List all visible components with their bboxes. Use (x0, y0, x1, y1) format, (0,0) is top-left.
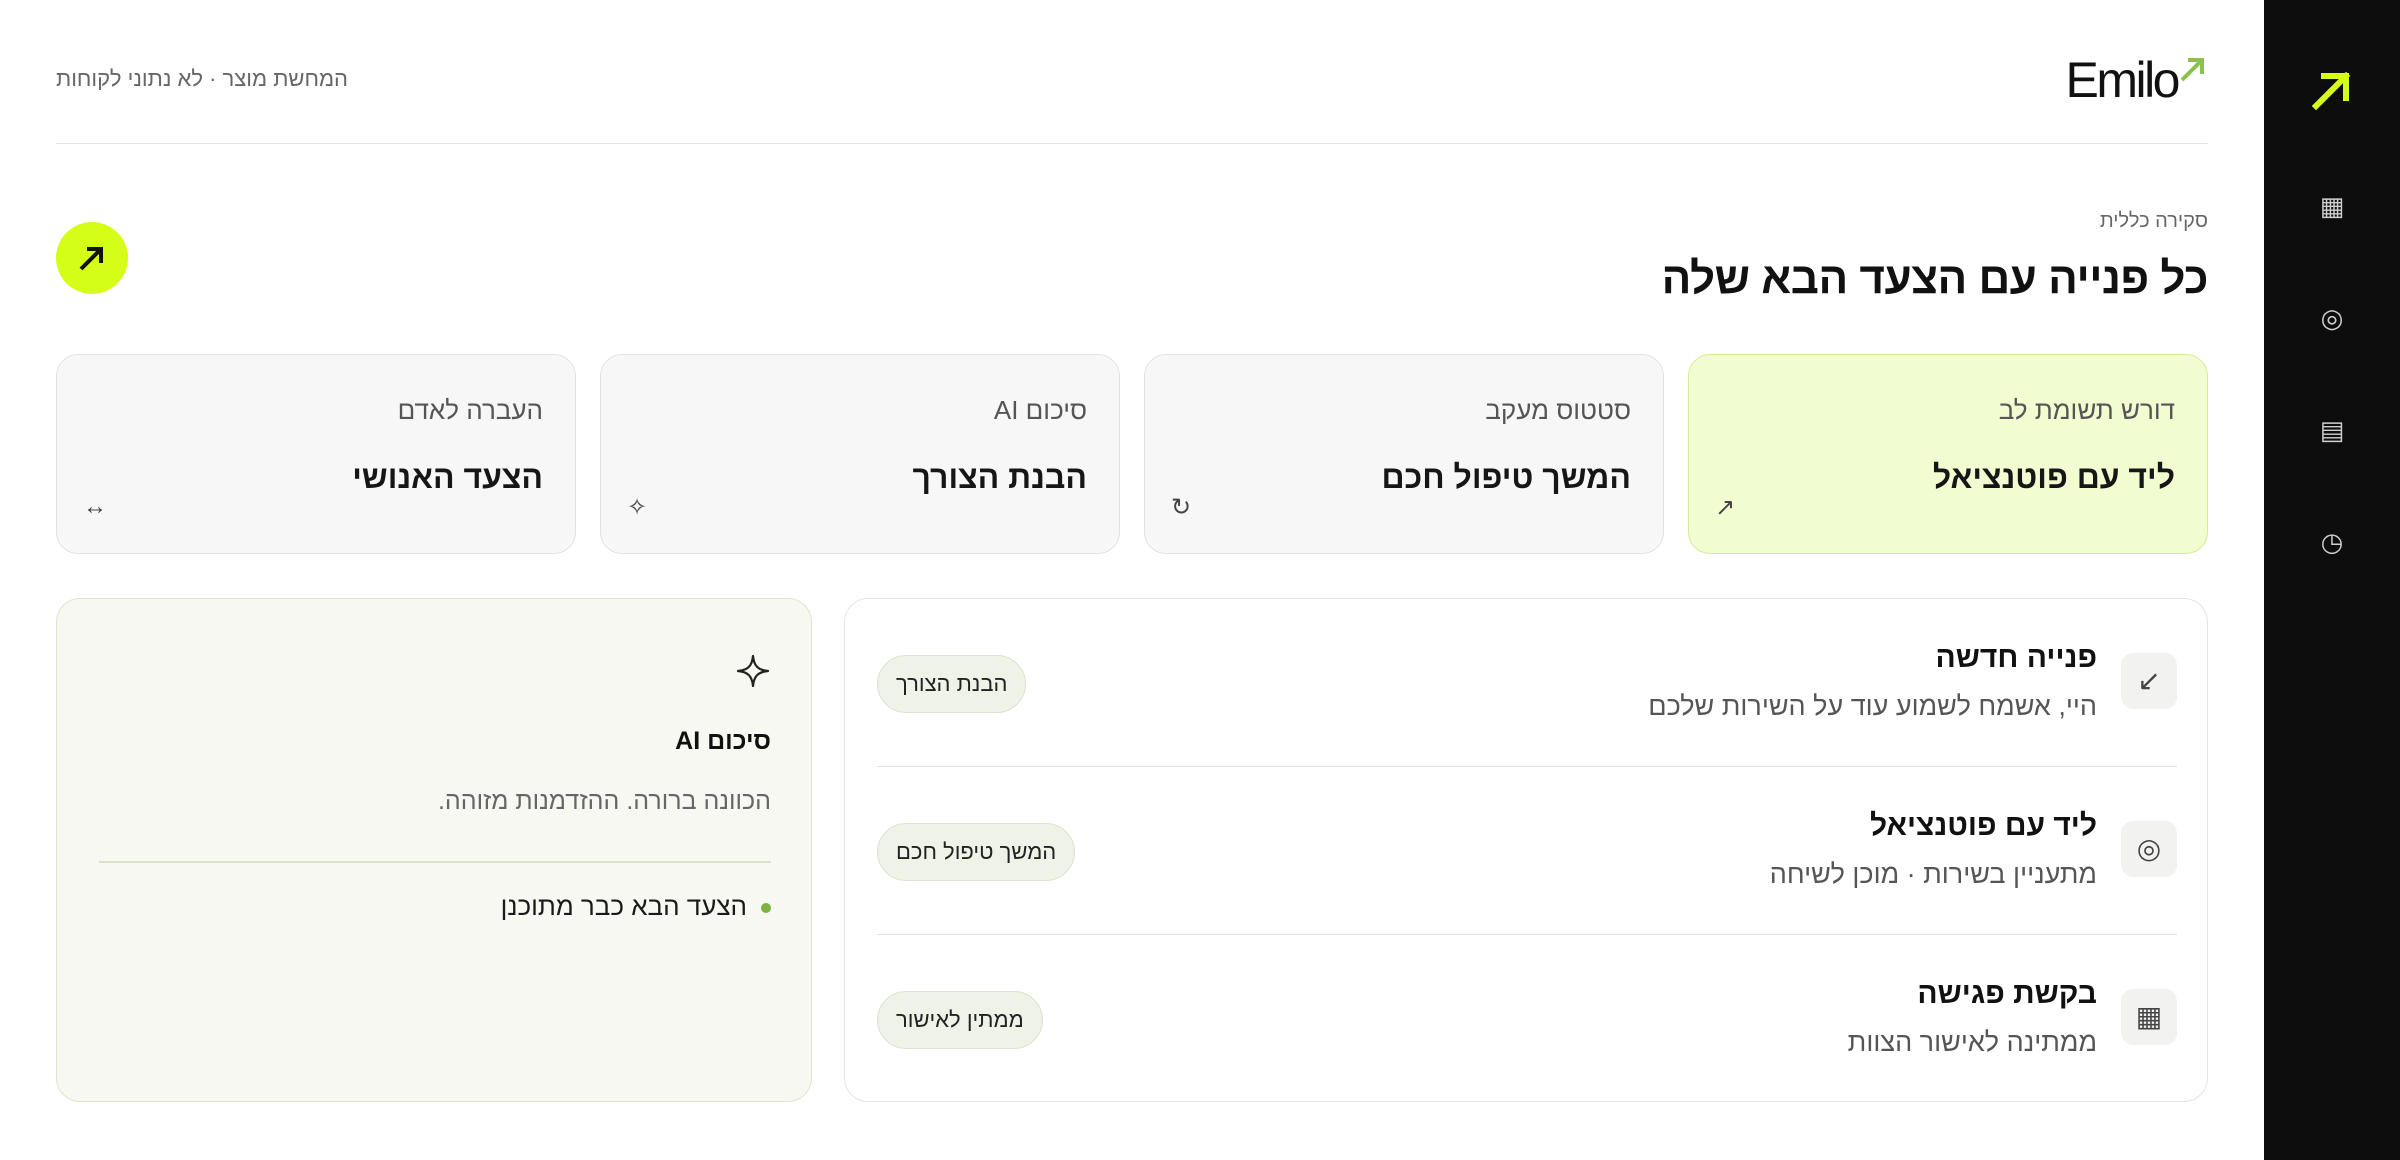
page-title: כל פנייה עם הצעד הבא שלה (1661, 254, 2209, 303)
inquiries-list: ↙ פנייה חדשה היי, אשמח לשמוע עוד על השיר… (844, 598, 2208, 1102)
target-icon: ◎ (2121, 821, 2177, 877)
grid-icon[interactable]: ▦ (2318, 192, 2346, 220)
sparkle-icon (736, 654, 770, 688)
list-item[interactable]: ▦ בקשת פגישה ממתינה לאישור הצוות ממתין ל… (877, 935, 2177, 1103)
divider (99, 861, 771, 863)
row-subtitle: מתעניין בשירות · מוכן לשיחה (1769, 859, 2097, 889)
row-title: ליד עם פוטנציאל (1869, 809, 2097, 842)
card-title: הצעד האנושי (352, 459, 543, 495)
arrow-up-right-icon (79, 247, 103, 271)
card-followup[interactable]: סטטוס מעקב המשך טיפול חכם ↻ (1144, 354, 1664, 554)
section-eyebrow: סקירה כללית (2099, 210, 2208, 232)
row-subtitle: היי, אשמח לשמוע עוד על השירות שלכם (1648, 691, 2097, 721)
ai-summary-title: סיכום AI (675, 727, 771, 755)
card-title: המשך טיפול חכם (1381, 459, 1631, 495)
brand-wordmark: Emilo (2065, 52, 2180, 108)
status-chip[interactable]: הבנת הצורך (877, 655, 1027, 713)
card-label: סיכום AI (993, 395, 1087, 425)
sparkle-icon: ✧ (627, 494, 648, 521)
next-step-text: הצעד הבא כבר מתוכנן (500, 891, 747, 921)
calendar-grid-icon: ▦ (2121, 989, 2177, 1045)
status-chip[interactable]: ממתין לאישור (877, 991, 1043, 1049)
card-human-handoff[interactable]: העברה לאדם הצעד האנושי ↔ (56, 354, 576, 554)
card-label: העברה לאדם (397, 395, 543, 425)
open-arrow-button[interactable] (56, 222, 128, 294)
row-title: בקשת פגישה (1917, 977, 2097, 1010)
incoming-arrow-icon: ↙ (2121, 653, 2177, 709)
list-item[interactable]: ↙ פנייה חדשה היי, אשמח לשמוע עוד על השיר… (877, 599, 2177, 767)
brand-logo[interactable]: Emilo (2065, 50, 2208, 110)
refresh-icon: ↻ (1171, 494, 1192, 521)
list-icon[interactable]: ▤ (2318, 416, 2346, 444)
swap-arrows-icon: ↔ (83, 493, 107, 520)
header-disclaimer: המחשת מוצר · לא נתוני לקוחות (56, 66, 349, 91)
brand-arrow-icon (2180, 58, 2204, 82)
top-header: המחשת מוצר · לא נתוני לקוחות Emilo (56, 0, 2208, 144)
status-dot-icon (761, 903, 771, 914)
card-title: הבנת הצורך (912, 459, 1087, 495)
card-label: דורש תשומת לב (1998, 395, 2175, 425)
clock-icon[interactable]: ◷ (2318, 528, 2346, 556)
side-rail: ▦ ◎ ▤ ◷ (2264, 0, 2400, 1160)
ai-summary-panel: סיכום AI הכוונה ברורה. ההזדמנות מזוהה. ה… (56, 598, 812, 1102)
next-step-status: הצעד הבא כבר מתוכנן (501, 891, 771, 922)
list-item[interactable]: ◎ ליד עם פוטנציאל מתעניין בשירות · מוכן … (877, 767, 2177, 935)
row-subtitle: ממתינה לאישור הצוות (1847, 1027, 2097, 1057)
card-label: סטטוס מעקב (1485, 395, 1631, 425)
row-title: פנייה חדשה (1935, 641, 2098, 674)
card-ai-summary[interactable]: סיכום AI הבנת הצורך ✧ (600, 354, 1120, 554)
logo-arrow-icon[interactable] (2310, 68, 2354, 112)
card-attention[interactable]: דורש תשומת לב ליד עם פוטנציאל ↗ (1688, 354, 2208, 554)
target-icon[interactable]: ◎ (2318, 304, 2346, 332)
status-chip[interactable]: המשך טיפול חכם (877, 823, 1076, 881)
card-title: ליד עם פוטנציאל (1932, 459, 2175, 495)
ai-summary-text: הכוונה ברורה. ההזדמנות מזוהה. (437, 787, 771, 815)
trend-arrow-icon: ↗ (1715, 494, 1736, 521)
